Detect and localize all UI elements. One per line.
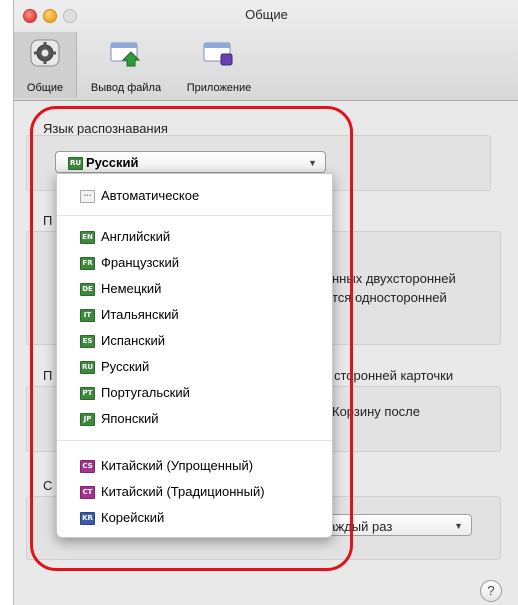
menu-item-label: Немецкий (101, 281, 162, 296)
gear-icon (30, 39, 60, 67)
toolbar-general-tab[interactable]: Общие (14, 32, 77, 98)
title-bar: Общие Общие Вывод файла Приложение (14, 0, 518, 101)
menu-item-label: Китайский (Традиционный) (101, 484, 265, 499)
menu-item-label: Итальянский (101, 307, 179, 322)
menu-separator (57, 440, 332, 441)
es-flag-icon: ES (80, 335, 95, 348)
menu-item-label: Автоматическое (101, 188, 200, 203)
de-flag-icon: DE (80, 283, 95, 296)
menu-item-german[interactable]: DE Немецкий (57, 279, 332, 299)
section2-label: П (43, 213, 53, 228)
section3-text-line1: Корзину после (332, 404, 420, 419)
file-output-icon (110, 42, 141, 67)
application-icon (203, 42, 233, 66)
kr-flag-icon: KR (80, 512, 95, 525)
menu-item-label: Французский (101, 255, 179, 270)
menu-item-french[interactable]: FR Французский (57, 253, 332, 273)
menu-item-japanese[interactable]: JP Японский (57, 409, 332, 429)
toolbar-output-tab[interactable]: Вывод файла (80, 32, 172, 98)
menu-item-label: Китайский (Упрощенный) (101, 458, 254, 473)
section3-label: П (43, 368, 53, 383)
menu-item-label: Корейский (101, 510, 165, 525)
it-flag-icon: IT (80, 309, 95, 322)
menu-item-portuguese[interactable]: PT Португальский (57, 383, 332, 403)
toolbar-output-label: Вывод файла (90, 82, 162, 94)
menu-item-chinese-simplified[interactable]: CS Китайский (Упрощенный) (57, 456, 332, 476)
ru-flag-icon: RU (68, 157, 83, 170)
fr-flag-icon: FR (80, 257, 95, 270)
toolbar-general-label: Общие (26, 82, 64, 94)
section2-text-line2: тся односторонней (332, 290, 447, 305)
jp-flag-icon: JP (80, 413, 95, 426)
help-button[interactable]: ? (480, 580, 502, 602)
recognition-language-label: Язык распознавания (43, 121, 168, 136)
menu-item-label: Португальский (101, 385, 190, 400)
chevron-down-icon: ▼ (454, 521, 463, 531)
cs-flag-icon: CS (80, 460, 95, 473)
menu-item-label: Японский (101, 411, 159, 426)
menu-item-korean[interactable]: KR Корейский (57, 508, 332, 528)
menu-item-chinese-traditional[interactable]: CT Китайский (Традиционный) (57, 482, 332, 502)
chevron-down-icon: ▼ (308, 158, 317, 168)
toolbar-application-tab[interactable]: Приложение (172, 32, 266, 98)
en-flag-icon: EN (80, 231, 95, 244)
menu-item-label: Русский (101, 359, 150, 374)
menu-item-label: Испанский (101, 333, 166, 348)
section2-text-line1: нных двухсторонней (332, 271, 456, 286)
ru-flag-icon: RU (80, 361, 95, 374)
ct-flag-icon: CT (80, 486, 95, 499)
window-title: Общие (245, 7, 288, 22)
recognition-language-selected: Русский (86, 155, 139, 170)
menu-item-italian[interactable]: IT Итальянский (57, 305, 332, 325)
toolbar-application-label: Приложение (186, 82, 252, 94)
menu-item-automatic[interactable]: ··· Автоматическое (57, 186, 332, 206)
section4-label: С (43, 478, 53, 493)
menu-item-spanish[interactable]: ES Испанский (57, 331, 332, 351)
menu-item-english[interactable]: EN Английский (57, 227, 332, 247)
menu-separator (57, 215, 332, 216)
menu-item-russian[interactable]: RU Русский (57, 357, 332, 377)
section3-label-suffix: сторонней карточки (334, 368, 454, 383)
automatic-icon: ··· (80, 190, 95, 203)
language-dropdown-menu: ··· Автоматическое EN Английский FR Фран… (56, 173, 333, 538)
recognition-language-popup[interactable]: RU Русский ▼ (55, 151, 326, 173)
pt-flag-icon: PT (80, 387, 95, 400)
menu-item-label: Английский (101, 229, 171, 244)
